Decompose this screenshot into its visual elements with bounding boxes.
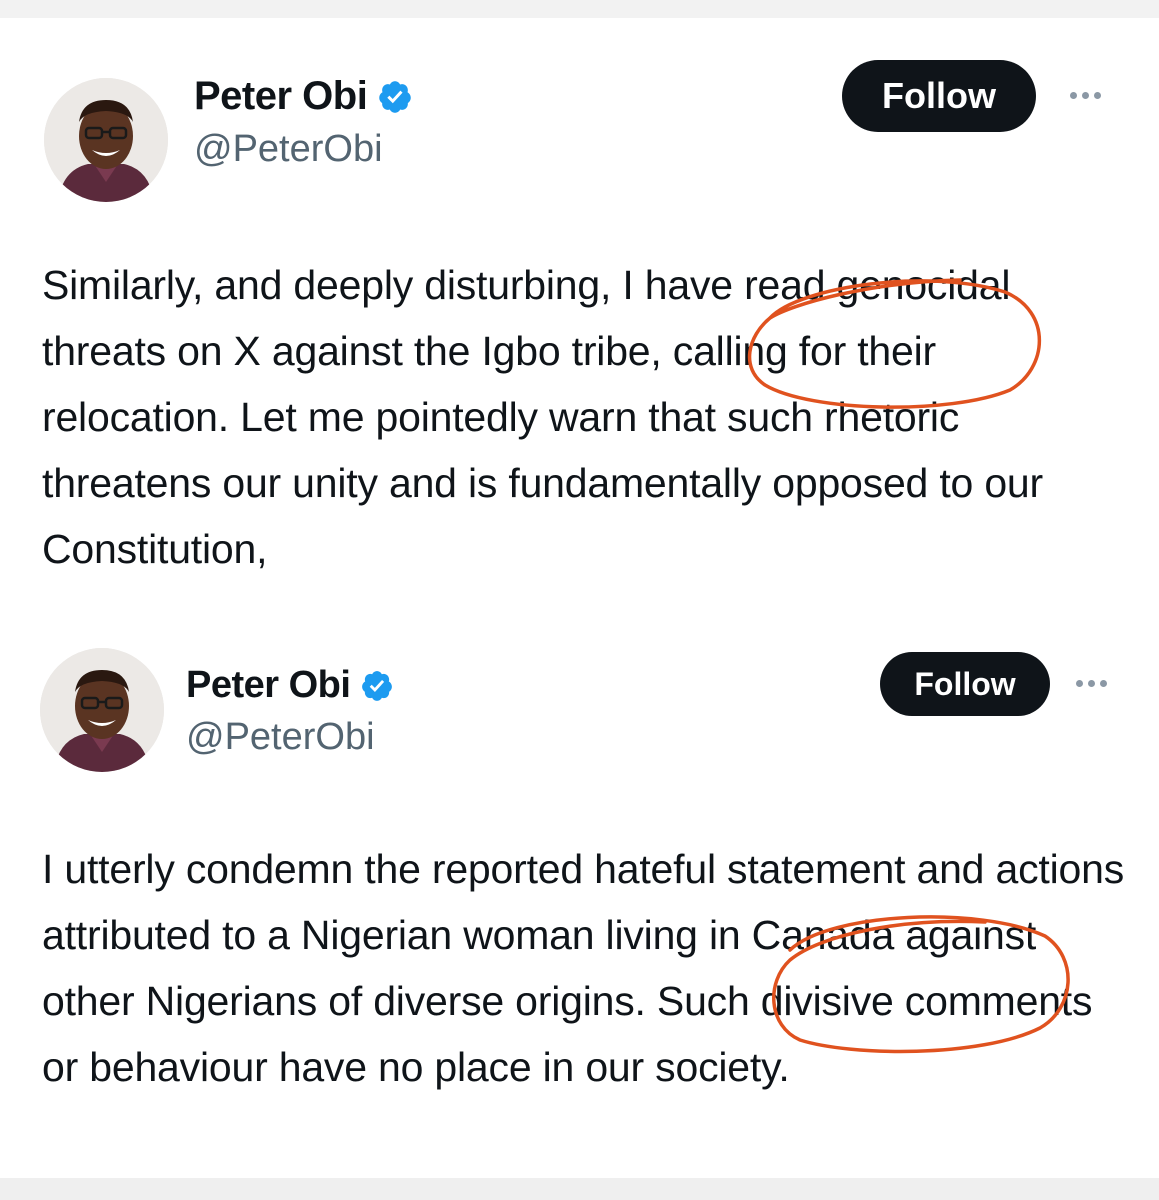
avatar[interactable] [44,78,168,202]
profile-photo [44,78,168,202]
profile-photo [40,648,164,772]
author-row: Peter Obi [194,74,413,119]
author-name[interactable]: Peter Obi [194,74,368,119]
verified-badge-icon[interactable] [360,669,394,703]
follow-button[interactable]: Follow [880,652,1050,716]
tweet-text: I utterly condemn the reported hateful s… [42,846,1124,1090]
more-options-icon[interactable] [1070,92,1101,99]
author-row: Peter Obi [186,664,394,707]
bottom-strip [0,1178,1159,1200]
more-options-icon[interactable] [1076,680,1107,687]
author-handle[interactable]: @PeterObi [186,716,375,759]
follow-button[interactable]: Follow [842,60,1036,132]
author-handle[interactable]: @PeterObi [194,128,383,171]
author-name[interactable]: Peter Obi [186,664,351,707]
avatar[interactable] [40,648,164,772]
tweet-text: Similarly, and deeply disturbing, I have… [42,262,1043,572]
verified-badge-icon[interactable] [377,79,413,115]
